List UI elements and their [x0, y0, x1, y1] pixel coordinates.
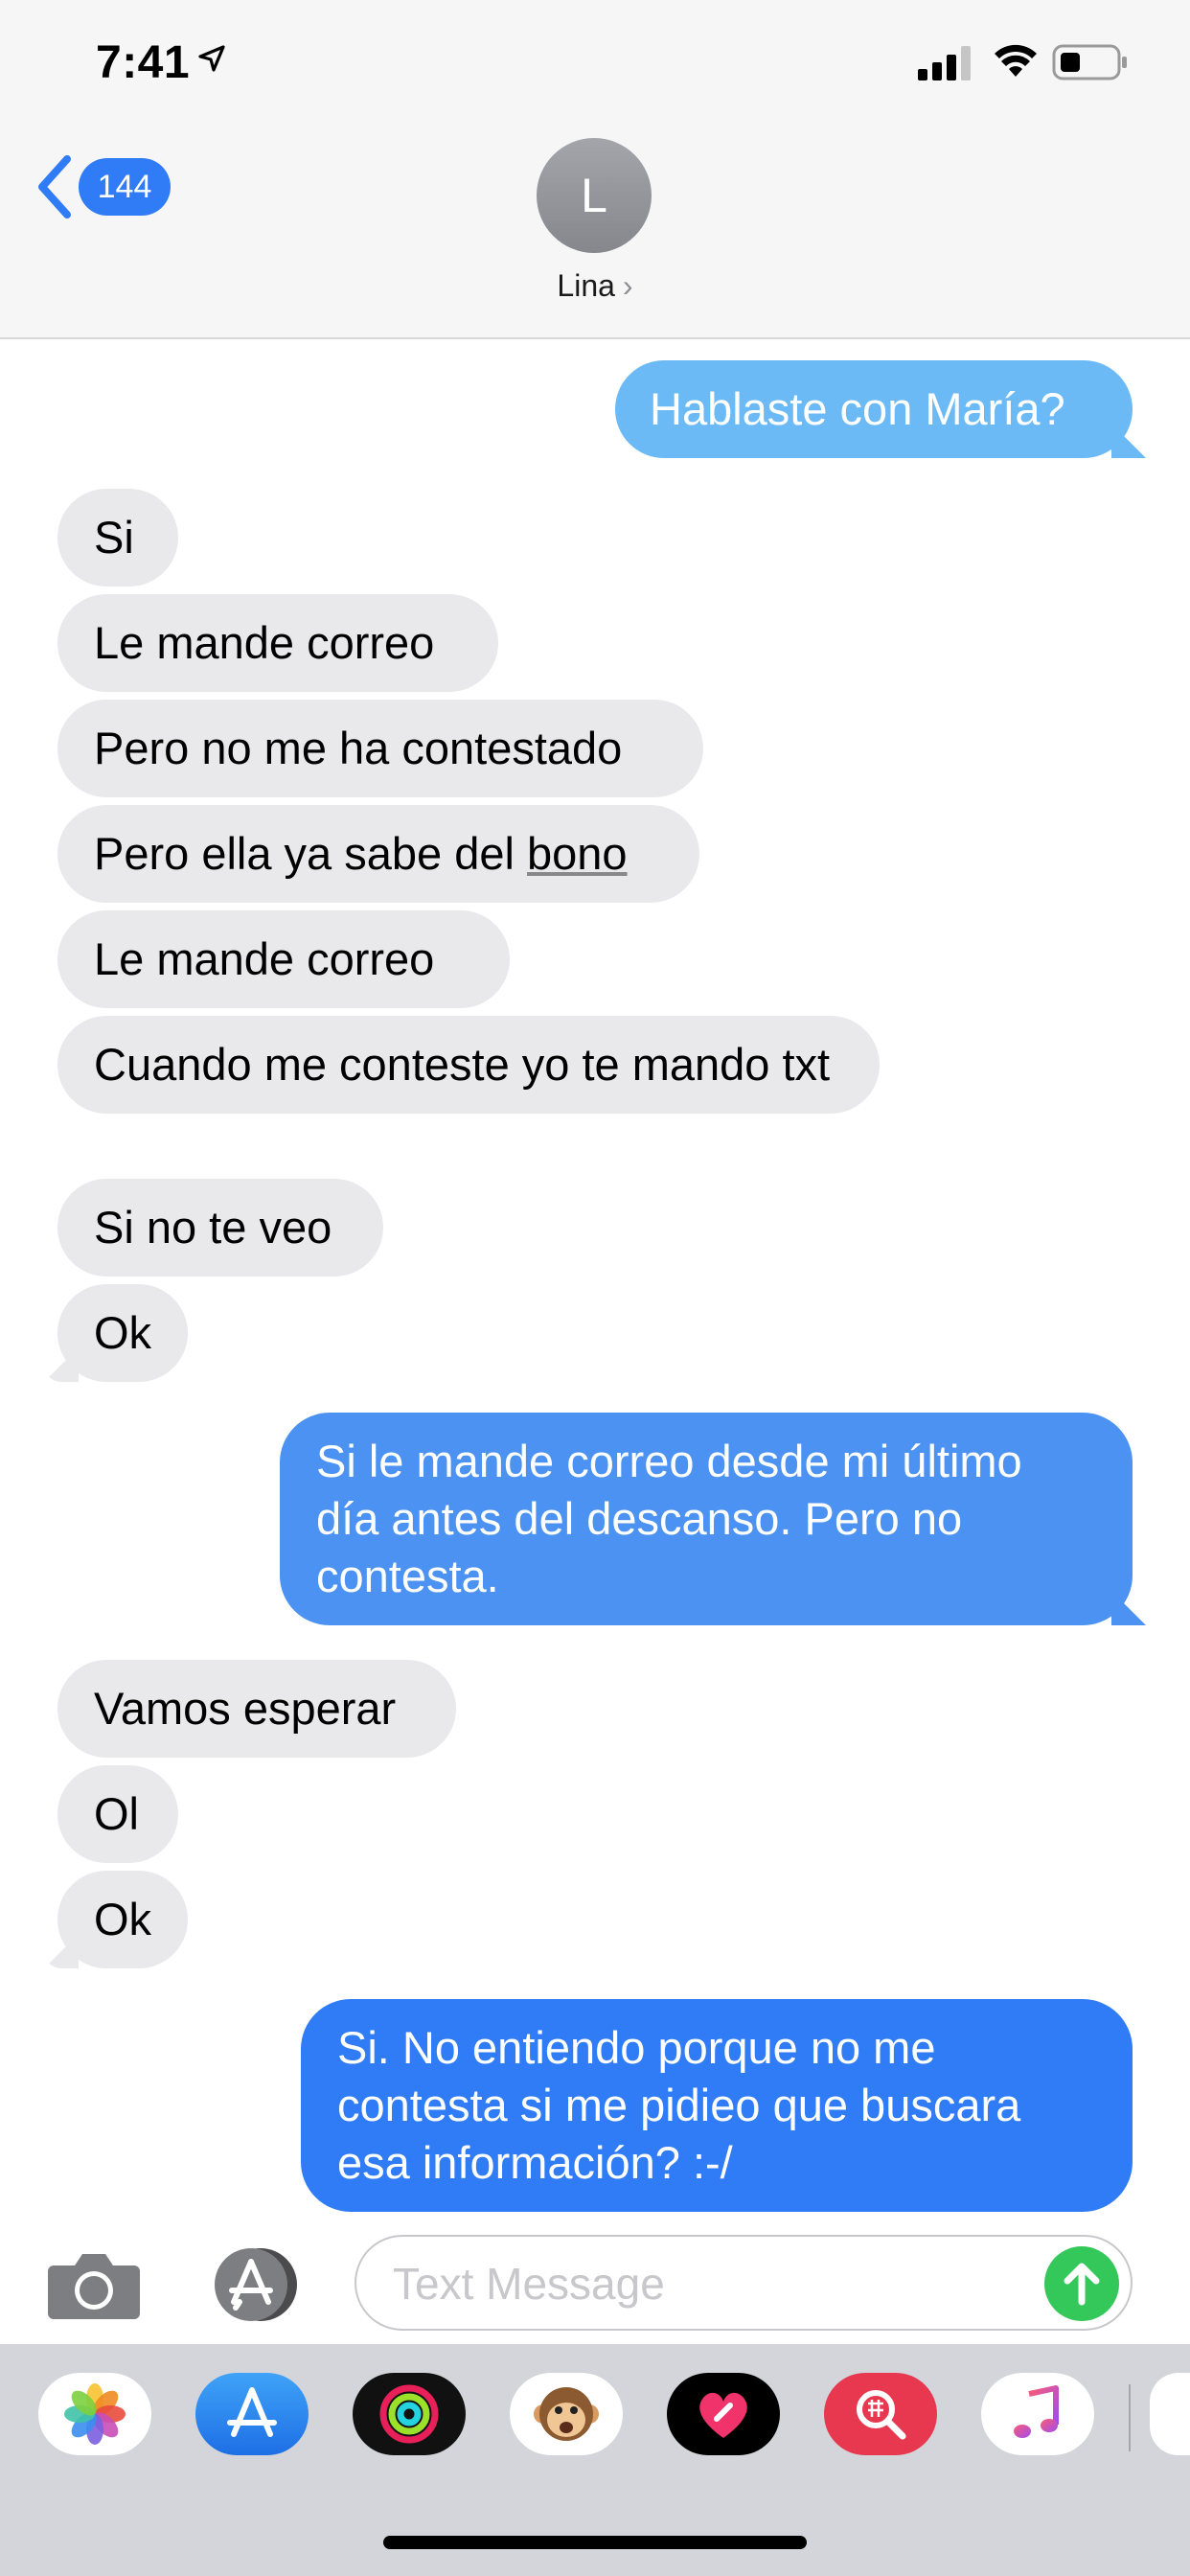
data-detector-link[interactable]: bono: [527, 828, 628, 879]
more-apps-button[interactable]: [1150, 2373, 1190, 2455]
drawer-divider: [1129, 2384, 1131, 2451]
status-time: 7:41: [96, 37, 191, 88]
message-text: Ok: [94, 1894, 152, 1944]
message-text: Le mande correo: [94, 617, 435, 668]
location-arrow-icon: [198, 45, 225, 72]
conversation-header: 144 L Lina ›: [0, 134, 1190, 339]
chevron-left-icon: [38, 155, 71, 218]
photos-app-button[interactable]: [38, 2373, 151, 2455]
music-app-button[interactable]: [981, 2373, 1094, 2455]
send-button[interactable]: [1044, 2246, 1119, 2321]
app-store-app-button[interactable]: [195, 2373, 309, 2455]
message-text: Si le mande correo desde mi último día a…: [316, 1436, 1022, 1601]
message-text: Si: [94, 512, 134, 563]
photos-icon: [64, 2383, 126, 2445]
message-bubble-incoming[interactable]: Le mande correo: [57, 910, 510, 1008]
images-search-icon: [857, 2390, 906, 2440]
chevron-right-icon: ›: [622, 268, 633, 303]
status-bar: 7:41: [0, 0, 1190, 134]
compose-bar: [0, 2220, 1190, 2344]
message-bubble-incoming[interactable]: Le mande correo: [57, 594, 498, 692]
back-button[interactable]: 144: [34, 155, 171, 218]
message-text: Vamos esperar: [94, 1683, 397, 1734]
arrow-up-icon: [1064, 2263, 1100, 2306]
message-bubble-incoming[interactable]: Si no te veo: [57, 1179, 383, 1276]
contact-name: Lina: [557, 268, 615, 303]
animoji-app-button[interactable]: [510, 2373, 623, 2455]
message-bubble-incoming[interactable]: Ok: [57, 1871, 188, 1968]
message-bubble-incoming[interactable]: Pero ella ya sabe del bono: [57, 805, 699, 903]
message-text: Si no te veo: [94, 1202, 332, 1253]
message-bubble-incoming[interactable]: Cuando me conteste yo te mando txt: [57, 1016, 880, 1114]
message-text: Pero no me ha contestado: [94, 723, 623, 773]
battery-icon: [1052, 44, 1127, 80]
message-text: Pero ella ya sabe del: [94, 828, 528, 879]
home-indicator[interactable]: [383, 2536, 807, 2549]
message-bubble-incoming[interactable]: Ok: [57, 1284, 188, 1382]
message-text-field[interactable]: [355, 2235, 1133, 2331]
imessage-app-drawer: [0, 2344, 1190, 2576]
message-text: Si. No entiendo porque no me contesta si…: [337, 2022, 1021, 2188]
message-thread[interactable]: Hablaste con María? Si Le mande correo P…: [0, 339, 1190, 2218]
app-store-icon[interactable]: [201, 2246, 305, 2323]
message-bubble-outgoing[interactable]: Si le mande correo desde mi último día a…: [280, 1413, 1133, 1625]
message-bubble-outgoing[interactable]: Hablaste con María?: [615, 360, 1133, 458]
message-input[interactable]: [391, 2254, 1008, 2313]
activity-icon: [379, 2384, 439, 2444]
avatar[interactable]: L: [537, 138, 652, 253]
music-icon: [1014, 2385, 1059, 2438]
activity-app-button[interactable]: [353, 2373, 466, 2455]
contact-name-button[interactable]: Lina ›: [0, 268, 1190, 304]
message-bubble-incoming[interactable]: Vamos esperar: [57, 1660, 456, 1758]
images-search-app-button[interactable]: [824, 2373, 937, 2455]
camera-icon[interactable]: [46, 2248, 142, 2321]
message-text: Ol: [94, 1788, 139, 1839]
app-store-icon: [227, 2387, 277, 2437]
animoji-icon: [534, 2387, 599, 2441]
message-text: Hablaste con María?: [650, 383, 1065, 434]
unread-count-badge: 144: [79, 158, 171, 216]
message-text: Cuando me conteste yo te mando txt: [94, 1039, 831, 1090]
digital-touch-app-button[interactable]: [667, 2373, 780, 2455]
message-bubble-outgoing[interactable]: Si. No entiendo porque no me contesta si…: [301, 1999, 1133, 2212]
signal-icon: [918, 46, 971, 80]
message-bubble-incoming[interactable]: Si: [57, 489, 178, 586]
wifi-icon: [995, 44, 1037, 77]
digital-touch-icon: [699, 2392, 747, 2438]
message-bubble-incoming[interactable]: Ol: [57, 1765, 178, 1863]
message-text: Le mande correo: [94, 933, 435, 984]
message-bubble-incoming[interactable]: Pero no me ha contestado: [57, 700, 703, 797]
message-text: Ok: [94, 1307, 152, 1358]
